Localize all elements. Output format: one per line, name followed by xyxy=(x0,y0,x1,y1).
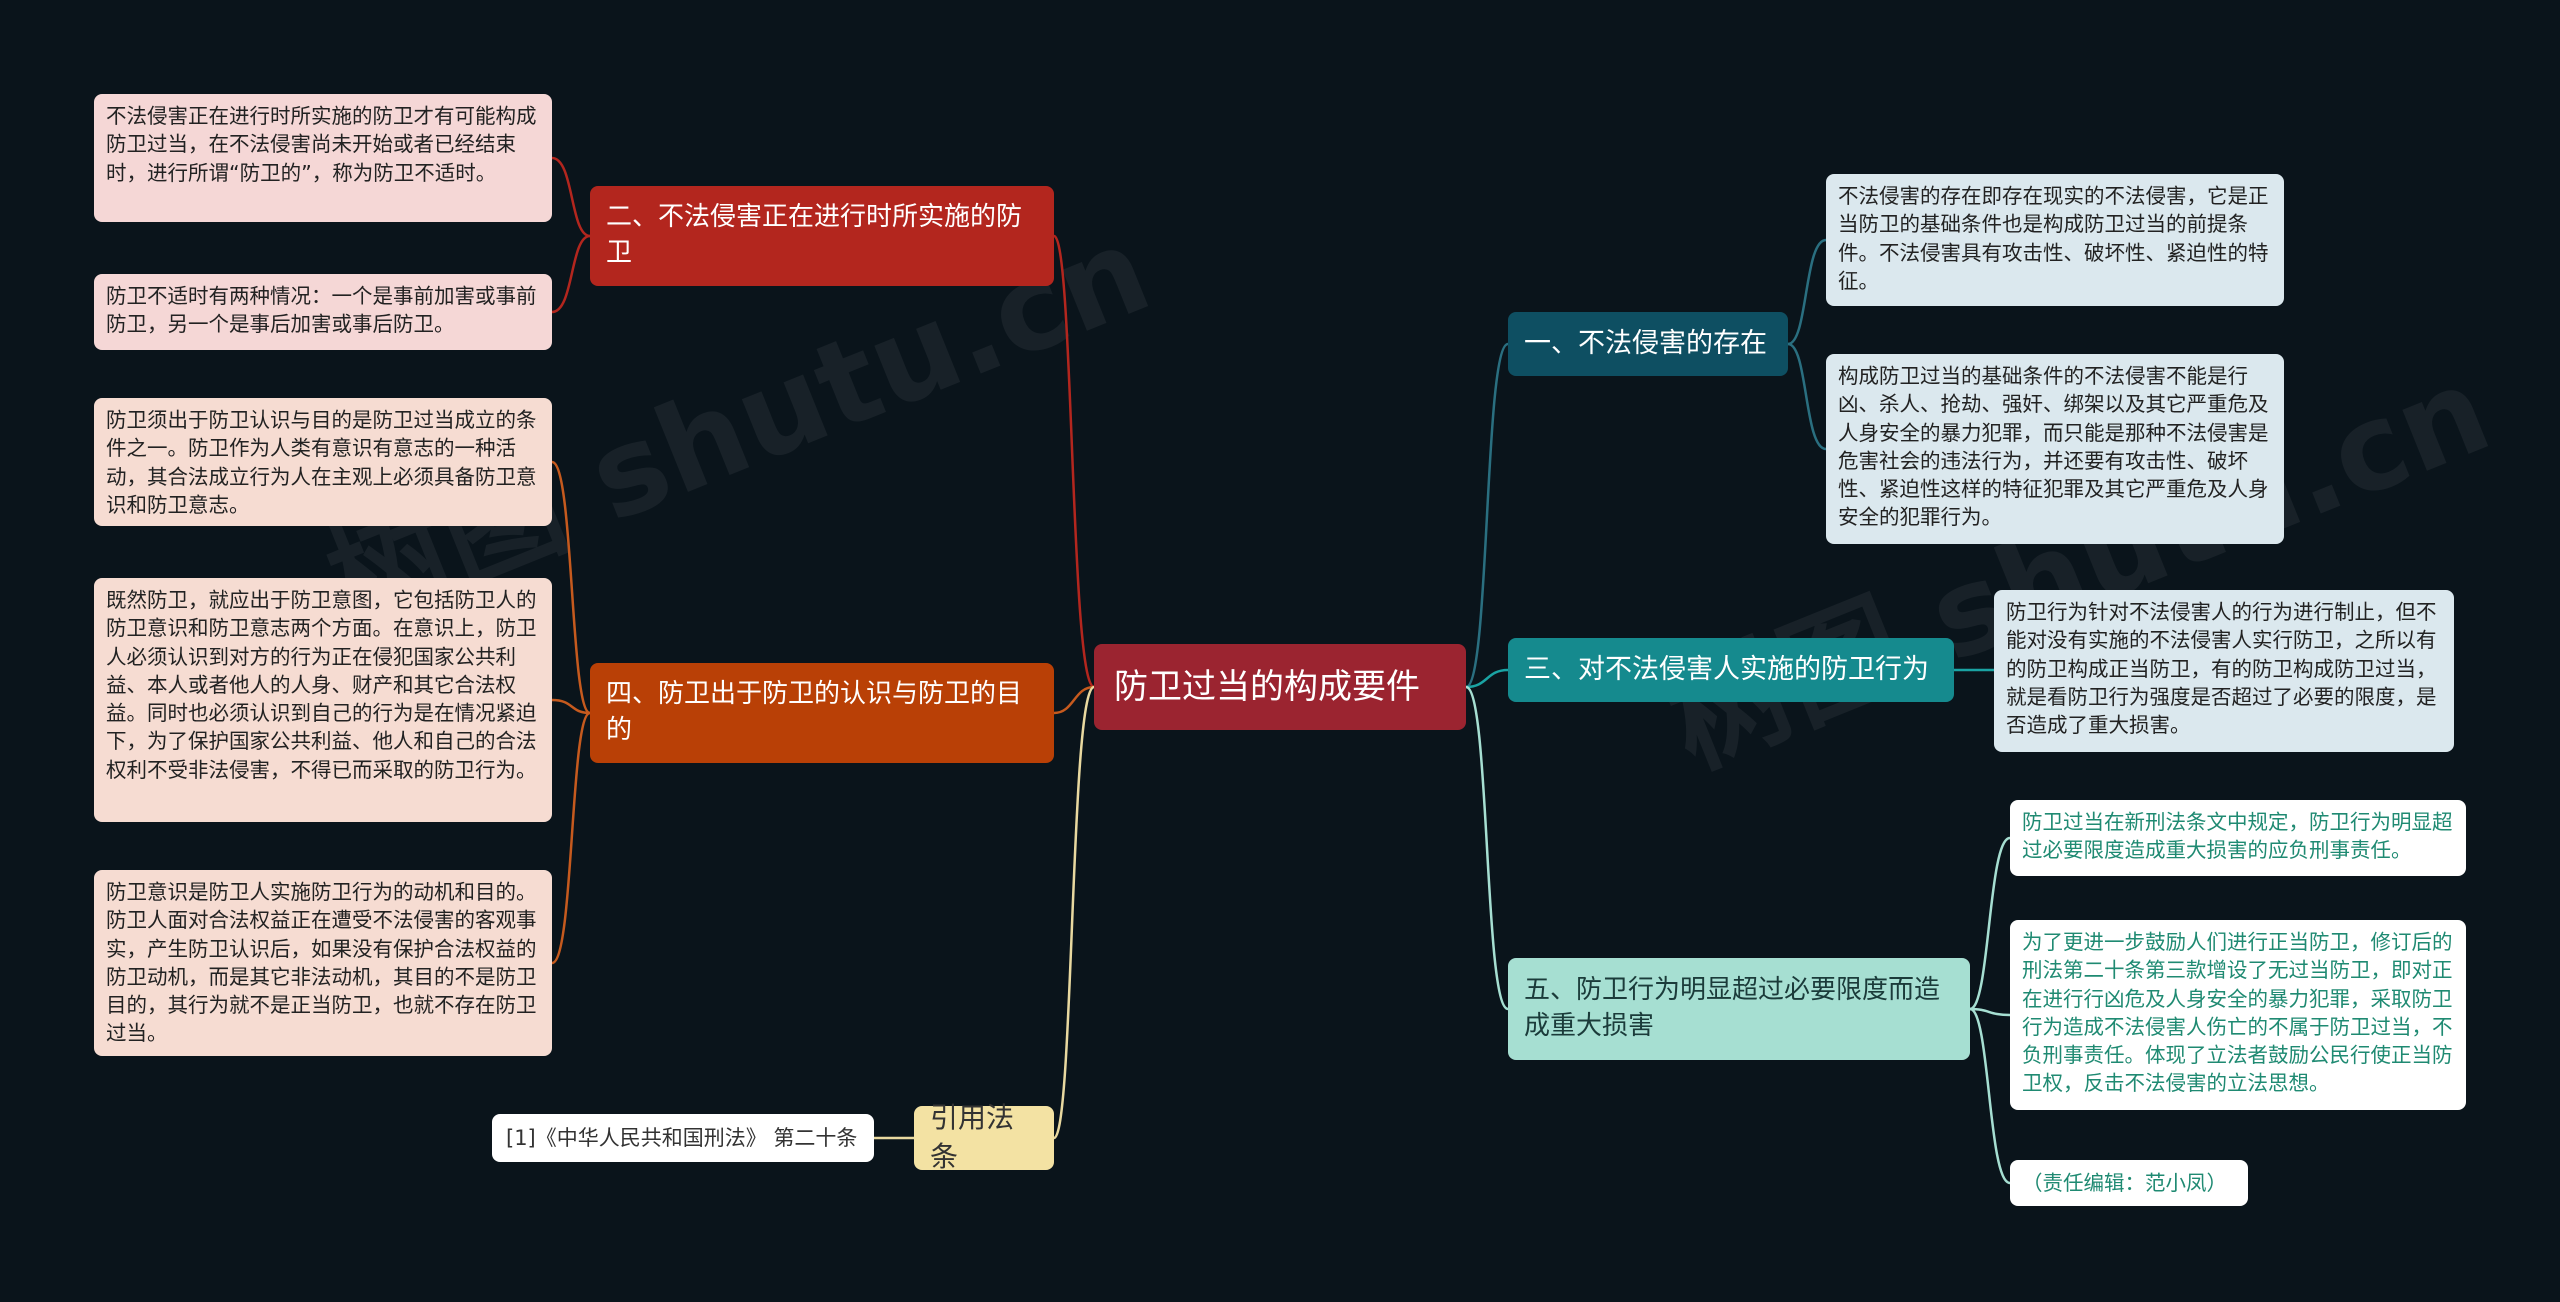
leaf-text[interactable]: 不法侵害正在进行时所实施的防卫才有可能构成防卫过当，在不法侵害尚未开始或者已经结… xyxy=(94,94,552,222)
leaf-text[interactable]: 防卫过当在新刑法条文中规定，防卫行为明显超过必要限度造成重大损害的应负刑事责任。 xyxy=(2010,800,2466,876)
leaf-text[interactable]: 不法侵害的存在即存在现实的不法侵害，它是正当防卫的基础条件也是构成防卫过当的前提… xyxy=(1826,174,2284,306)
leaf-text[interactable]: 防卫意识是防卫人实施防卫行为的动机和目的。防卫人面对合法权益正在遭受不法侵害的客… xyxy=(94,870,552,1056)
connector-branch-1-leaf-1 xyxy=(1787,238,1827,346)
branch-defense-against-infringer[interactable]: 三、对不法侵害人实施的防卫行为 xyxy=(1508,638,1954,702)
leaf-text[interactable]: 构成防卫过当的基础条件的不法侵害不能是行凶、杀人、抢劫、强奸、绑架以及其它严重危… xyxy=(1826,354,2284,544)
branch-not-timely-defense[interactable]: 二、不法侵害正在进行时所实施的防卫 xyxy=(590,186,1054,286)
connector-center-ref xyxy=(1052,685,1096,1140)
branch-defense-intent[interactable]: 四、防卫出于防卫的认识与防卫的目的 xyxy=(590,663,1054,763)
connector-branch-2-leaf-2 xyxy=(551,234,591,314)
connector-center-branch-1 xyxy=(1465,342,1509,689)
leaf-text[interactable]: 为了更进一步鼓励人们进行正当防卫，修订后的刑法第二十条第三款增设了无过当防卫，即… xyxy=(2010,920,2466,1110)
connector-center-branch-5 xyxy=(1465,685,1509,1011)
leaf-editor-credit[interactable]: （责任编辑：范小凤） xyxy=(2010,1160,2248,1206)
connector-branch-4-leaf-1 xyxy=(551,460,591,715)
connector-branch-2-leaf-1 xyxy=(551,156,591,238)
leaf-text[interactable]: 既然防卫，就应出于防卫意图，它包括防卫人的防卫意识和防卫意志两个方面。在意识上，… xyxy=(94,578,552,822)
leaf-law-citation[interactable]: [1]《中华人民共和国刑法》 第二十条 xyxy=(492,1114,874,1162)
branch-unlawful-infringement[interactable]: 一、不法侵害的存在 xyxy=(1508,312,1788,376)
branch-cited-law[interactable]: 引用法条 xyxy=(914,1101,1054,1173)
leaf-text[interactable]: 防卫不适时有两种情况：一个是事前加害或事前防卫，另一个是事后加害或事后防卫。 xyxy=(94,274,552,350)
connector-center-branch-2 xyxy=(1052,234,1096,689)
branch-exceeding-necessary-limit[interactable]: 五、防卫行为明显超过必要限度而造成重大损害 xyxy=(1508,958,1970,1060)
connector-branch-5-leaf-1 xyxy=(1969,836,2011,1011)
connector-branch-4-leaf-3 xyxy=(551,711,591,965)
connector-branch-1-leaf-2 xyxy=(1787,342,1827,451)
connector-branch-5-leaf-3 xyxy=(1969,1007,2011,1185)
leaf-text[interactable]: 防卫须出于防卫认识与目的是防卫过当成立的条件之一。防卫作为人类有意识有意志的一种… xyxy=(94,398,552,526)
central-topic[interactable]: 防卫过当的构成要件 xyxy=(1094,644,1466,730)
leaf-text[interactable]: 防卫行为针对不法侵害人的行为进行制止，但不能对没有实施的不法侵害人实行防卫，之所… xyxy=(1994,590,2454,752)
